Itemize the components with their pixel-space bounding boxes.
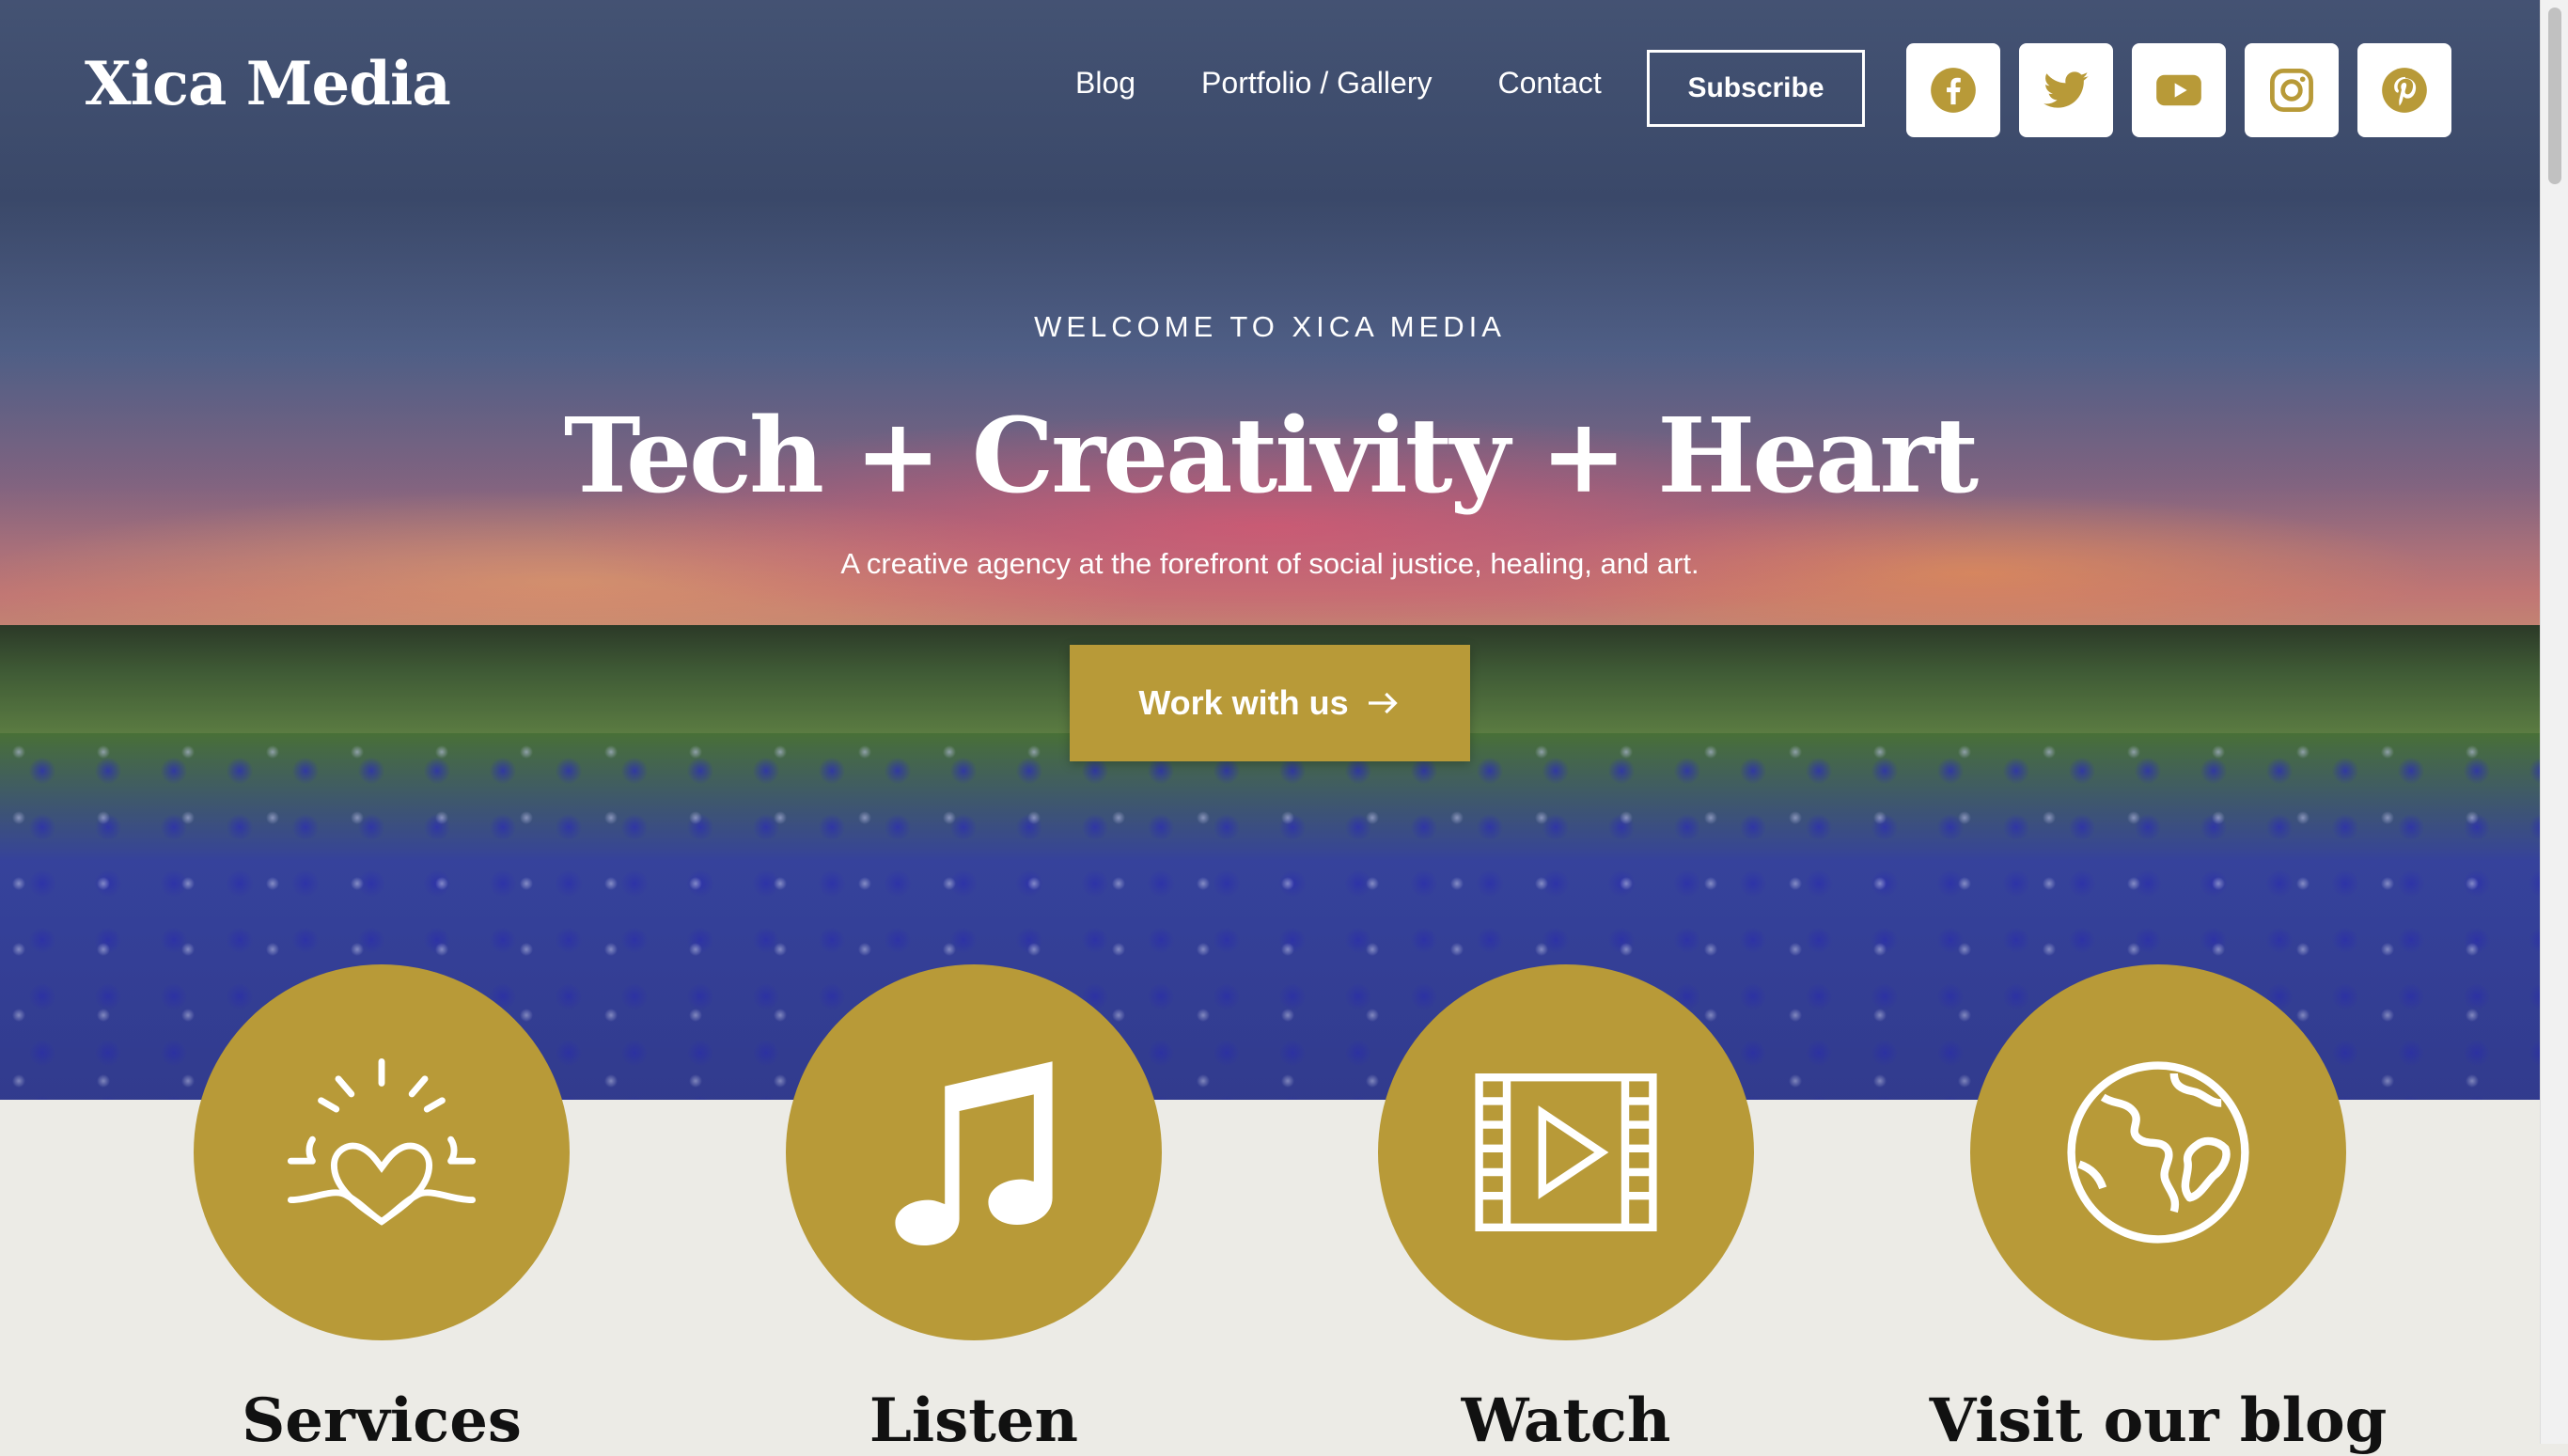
feature-watch[interactable]: Watch — [1378, 964, 1754, 1456]
youtube-icon — [2156, 74, 2201, 106]
nav-portfolio-gallery[interactable]: Portfolio / Gallery — [1201, 66, 1432, 101]
main-nav: Blog Portfolio / Gallery Contact — [1075, 66, 1668, 101]
scrollbar-thumb[interactable] — [2548, 8, 2561, 184]
heart-hands-icon — [287, 1057, 477, 1226]
feature-title: Visit our blog — [1929, 1386, 2388, 1456]
page-scrollbar[interactable] — [2540, 0, 2568, 1444]
feature-title: Listen — [869, 1386, 1079, 1456]
film-play-icon — [1475, 1073, 1657, 1231]
music-note-icon — [895, 1061, 1053, 1245]
social-links — [1906, 43, 2451, 137]
facebook-link[interactable] — [1906, 43, 2000, 137]
hero-headline: Tech + Creativity + Heart — [563, 395, 1979, 516]
feature-title: Watch — [1461, 1386, 1671, 1456]
subscribe-button[interactable]: Subscribe — [1647, 50, 1865, 127]
site-logo[interactable]: Xica Media — [85, 49, 451, 119]
feature-title: Services — [242, 1386, 522, 1456]
pinterest-icon — [2382, 68, 2427, 113]
hero-tagline: A creative agency at the forefront of so… — [840, 547, 1699, 580]
youtube-link[interactable] — [2132, 43, 2226, 137]
nav-blog[interactable]: Blog — [1075, 66, 1135, 101]
instagram-link[interactable] — [2245, 43, 2339, 137]
facebook-icon — [1931, 68, 1976, 113]
hero-eyebrow: WELCOME TO XICA MEDIA — [1034, 310, 1506, 343]
twitter-link[interactable] — [2019, 43, 2113, 137]
pinterest-link[interactable] — [2357, 43, 2451, 137]
globe-icon — [2067, 1061, 2249, 1244]
nav-contact[interactable]: Contact — [1497, 66, 1601, 101]
feature-visit-our-blog[interactable]: Visit our blog — [1930, 964, 2387, 1456]
instagram-icon — [2270, 69, 2313, 112]
feature-services[interactable]: Services — [194, 964, 570, 1456]
feature-listen[interactable]: Listen — [786, 964, 1162, 1456]
work-with-us-button[interactable]: Work with us — [1070, 645, 1470, 761]
twitter-icon — [2043, 71, 2089, 108]
cta-label: Work with us — [1138, 683, 1349, 722]
arrow-right-icon — [1368, 692, 1398, 714]
